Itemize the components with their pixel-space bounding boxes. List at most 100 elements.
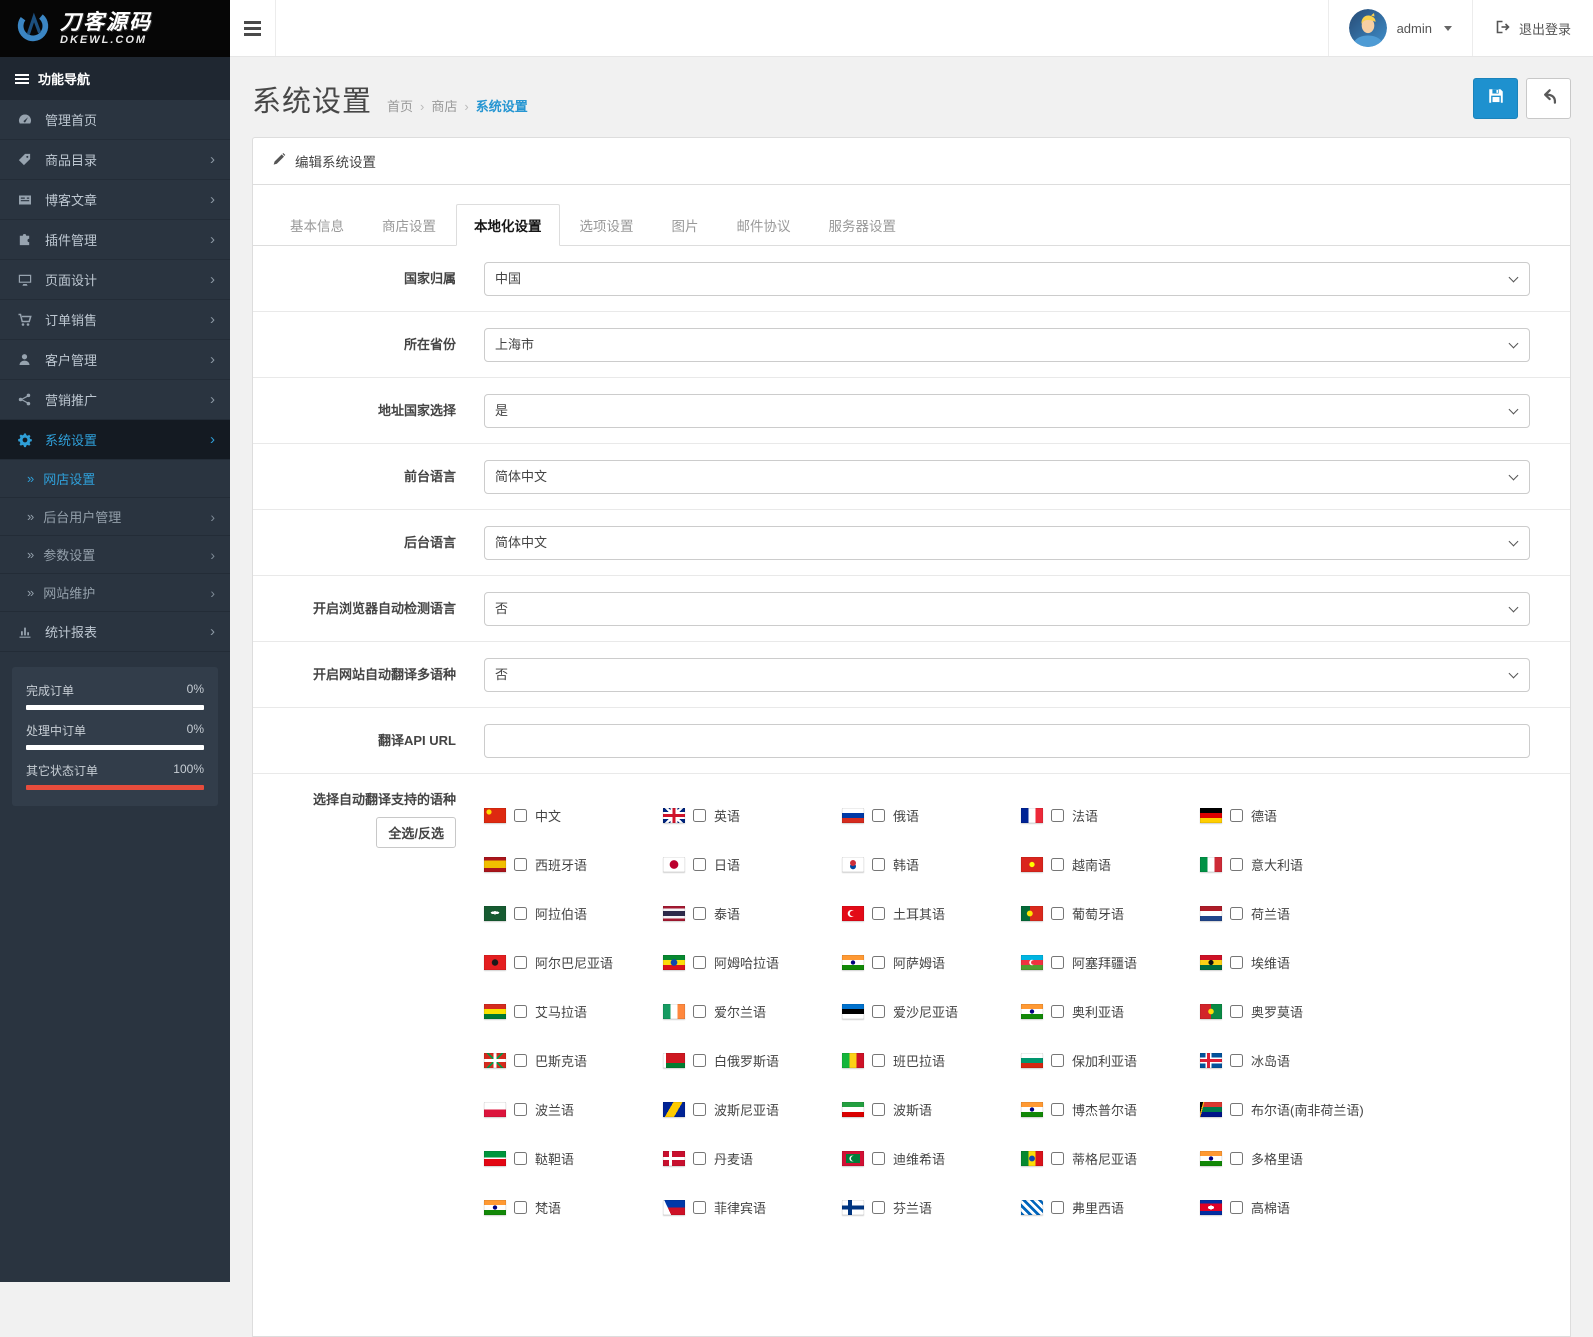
language-checkbox[interactable] (693, 1005, 706, 1018)
language-checkbox[interactable] (693, 858, 706, 871)
translate-api-url-input[interactable] (484, 723, 1530, 758)
breadcrumb-home[interactable]: 首页 (387, 96, 413, 115)
language-option[interactable]: 白俄罗斯语 (663, 1036, 842, 1085)
sidebar-item-customers[interactable]: 客户管理 › (0, 340, 230, 380)
language-checkbox[interactable] (1230, 907, 1243, 920)
language-option[interactable]: 土耳其语 (842, 889, 1021, 938)
language-option[interactable]: 法语 (1021, 791, 1200, 840)
language-option[interactable]: 芬兰语 (842, 1183, 1021, 1232)
language-option[interactable]: 德语 (1200, 791, 1530, 840)
admin-language-select[interactable]: 简体中文 (484, 525, 1530, 560)
language-checkbox[interactable] (514, 907, 527, 920)
language-option[interactable]: 波兰语 (484, 1085, 663, 1134)
language-option[interactable]: 巴斯克语 (484, 1036, 663, 1085)
language-checkbox[interactable] (1051, 1054, 1064, 1067)
language-checkbox[interactable] (872, 907, 885, 920)
language-checkbox[interactable] (1230, 1152, 1243, 1165)
sidebar-toggle-button[interactable] (230, 0, 276, 56)
language-option[interactable]: 奥利亚语 (1021, 987, 1200, 1036)
breadcrumb-current[interactable]: 系统设置 (476, 96, 528, 115)
language-option[interactable]: 梵语 (484, 1183, 663, 1232)
language-option[interactable]: 泰语 (663, 889, 842, 938)
user-menu[interactable]: admin (1327, 0, 1472, 56)
language-option[interactable]: 菲律宾语 (663, 1183, 842, 1232)
language-option[interactable]: 爱沙尼亚语 (842, 987, 1021, 1036)
language-option[interactable]: 艾马拉语 (484, 987, 663, 1036)
language-checkbox[interactable] (872, 1152, 885, 1165)
language-option[interactable]: 阿萨姆语 (842, 938, 1021, 987)
language-checkbox[interactable] (1230, 956, 1243, 969)
sidebar-item-marketing[interactable]: 营销推广 › (0, 380, 230, 420)
language-checkbox[interactable] (514, 1103, 527, 1116)
language-checkbox[interactable] (872, 1201, 885, 1214)
language-option[interactable]: 阿尔巴尼亚语 (484, 938, 663, 987)
language-checkbox[interactable] (1051, 1201, 1064, 1214)
language-option[interactable]: 保加利亚语 (1021, 1036, 1200, 1085)
logout-button[interactable]: 退出登录 (1471, 0, 1593, 56)
language-checkbox[interactable] (693, 809, 706, 822)
tab-options[interactable]: 选项设置 (562, 204, 652, 246)
sidebar-item-extensions[interactable]: 插件管理 › (0, 220, 230, 260)
language-option[interactable]: 阿塞拜疆语 (1021, 938, 1200, 987)
language-checkbox[interactable] (693, 1054, 706, 1067)
language-checkbox[interactable] (872, 1103, 885, 1116)
language-checkbox[interactable] (1051, 907, 1064, 920)
language-option[interactable]: 布尔语(南非荷兰语) (1200, 1085, 1530, 1134)
language-checkbox[interactable] (1230, 858, 1243, 871)
logo[interactable]: 刀客源码 DKEWL.COM (0, 0, 230, 57)
language-option[interactable]: 冰岛语 (1200, 1036, 1530, 1085)
sidebar-item-reports[interactable]: 统计报表 › (0, 612, 230, 652)
language-checkbox[interactable] (872, 1005, 885, 1018)
language-checkbox[interactable] (1051, 858, 1064, 871)
language-option[interactable]: 弗里西语 (1021, 1183, 1200, 1232)
tab-basic-info[interactable]: 基本信息 (272, 204, 362, 246)
sidebar-subitem-admin-users[interactable]: » 后台用户管理 › (0, 498, 230, 536)
language-option[interactable]: 韩语 (842, 840, 1021, 889)
tab-mail[interactable]: 邮件协议 (719, 204, 809, 246)
language-checkbox[interactable] (1230, 1005, 1243, 1018)
language-checkbox[interactable] (514, 1005, 527, 1018)
language-option[interactable]: 迪维希语 (842, 1134, 1021, 1183)
sidebar-subitem-parameters[interactable]: » 参数设置 › (0, 536, 230, 574)
sidebar-subitem-store-settings[interactable]: » 网店设置 (0, 460, 230, 498)
auto-translate-select[interactable]: 否 (484, 657, 1530, 692)
language-option[interactable]: 丹麦语 (663, 1134, 842, 1183)
language-checkbox[interactable] (1051, 956, 1064, 969)
language-checkbox[interactable] (514, 1054, 527, 1067)
language-checkbox[interactable] (514, 809, 527, 822)
language-option[interactable]: 博杰普尔语 (1021, 1085, 1200, 1134)
language-option[interactable]: 爱尔兰语 (663, 987, 842, 1036)
language-checkbox[interactable] (693, 1201, 706, 1214)
language-checkbox[interactable] (1230, 1201, 1243, 1214)
sidebar-item-sales[interactable]: 订单销售 › (0, 300, 230, 340)
frontend-language-select[interactable]: 简体中文 (484, 459, 1530, 494)
language-option[interactable]: 意大利语 (1200, 840, 1530, 889)
language-checkbox[interactable] (1230, 809, 1243, 822)
language-option[interactable]: 波斯尼亚语 (663, 1085, 842, 1134)
language-checkbox[interactable] (872, 809, 885, 822)
language-option[interactable]: 奥罗莫语 (1200, 987, 1530, 1036)
language-checkbox[interactable] (872, 956, 885, 969)
language-option[interactable]: 埃维语 (1200, 938, 1530, 987)
language-option[interactable]: 英语 (663, 791, 842, 840)
language-checkbox[interactable] (872, 858, 885, 871)
address-country-select[interactable]: 是 (484, 393, 1530, 428)
language-checkbox[interactable] (872, 1054, 885, 1067)
language-option[interactable]: 班巴拉语 (842, 1036, 1021, 1085)
language-checkbox[interactable] (1230, 1103, 1243, 1116)
language-checkbox[interactable] (514, 1152, 527, 1165)
language-option[interactable]: 阿拉伯语 (484, 889, 663, 938)
language-option[interactable]: 波斯语 (842, 1085, 1021, 1134)
language-checkbox[interactable] (1051, 1005, 1064, 1018)
language-checkbox[interactable] (1051, 1103, 1064, 1116)
back-button[interactable] (1526, 78, 1571, 119)
sidebar-subitem-maintenance[interactable]: » 网站维护 › (0, 574, 230, 612)
language-option[interactable]: 多格里语 (1200, 1134, 1530, 1183)
language-checkbox[interactable] (693, 1152, 706, 1165)
language-option[interactable]: 葡萄牙语 (1021, 889, 1200, 938)
language-option[interactable]: 蒂格尼亚语 (1021, 1134, 1200, 1183)
language-checkbox[interactable] (514, 858, 527, 871)
language-option[interactable]: 高棉语 (1200, 1183, 1530, 1232)
language-option[interactable]: 越南语 (1021, 840, 1200, 889)
sidebar-item-blog[interactable]: 博客文章 › (0, 180, 230, 220)
